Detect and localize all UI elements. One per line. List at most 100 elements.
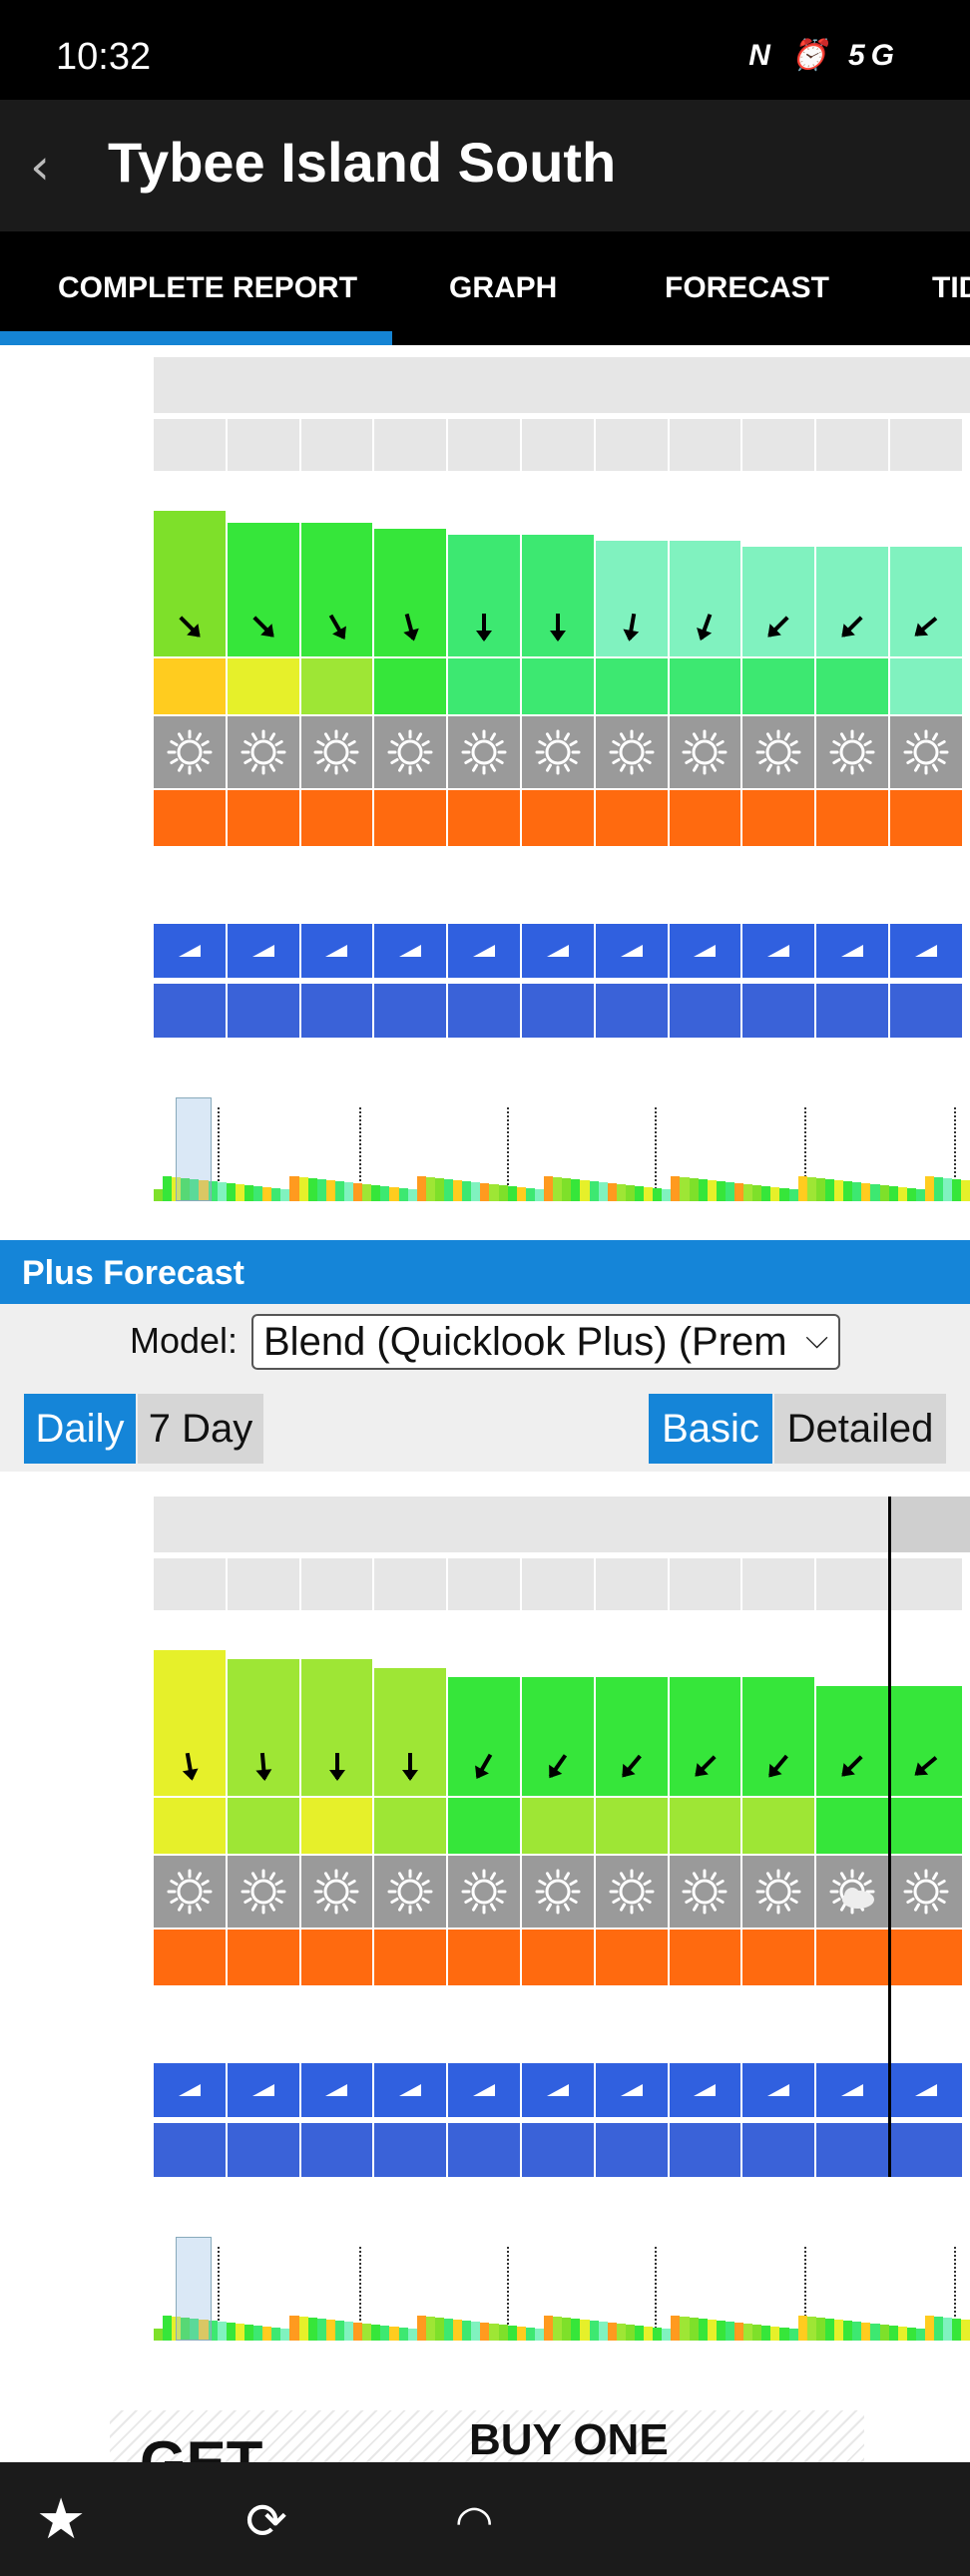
gust-cell — [890, 658, 962, 714]
timeline-bar — [471, 1182, 481, 1201]
timeline-bar — [870, 2324, 880, 2341]
wave-direction-icon — [595, 2063, 668, 2117]
basic-button[interactable]: Basic — [649, 1394, 772, 1464]
tab-forecast[interactable]: FORECAST — [665, 271, 829, 305]
gust-cell — [890, 1798, 962, 1854]
wave-direction-icon — [154, 924, 226, 978]
sun-icon — [300, 1856, 373, 1928]
timeline-bar — [824, 1179, 835, 1201]
wave-direction-icon — [448, 2063, 520, 2117]
hour-cell — [595, 1558, 670, 1610]
wind-direction-arrow-icon — [906, 1746, 946, 1786]
timeline-bar — [271, 1188, 281, 1201]
timeline-bar — [797, 2316, 807, 2341]
model-select[interactable]: Blend (Quicklook Plus) (Prem ⌵ — [251, 1314, 840, 1370]
back-arrow-icon[interactable]: ‹ — [30, 138, 50, 196]
wind-direction-arrow-icon — [538, 1746, 578, 1786]
timeline-bar — [343, 1182, 354, 1201]
timeline-bar — [924, 2316, 935, 2341]
page-title: Tybee Island South — [108, 131, 617, 194]
tab-tide[interactable]: TIDE — [932, 271, 970, 305]
tab-graph[interactable]: GRAPH — [449, 271, 557, 305]
timeline-bar — [154, 1189, 164, 1201]
star-icon[interactable]: ★ — [36, 2486, 86, 2552]
timeline-bar — [806, 1177, 816, 1201]
wave-direction-icon — [890, 924, 962, 978]
wind-direction-arrow-icon — [686, 607, 726, 646]
timeline-bar — [553, 1177, 563, 1201]
seven-day-button[interactable]: 7 Day — [138, 1394, 263, 1464]
timeline-bar — [480, 2323, 490, 2341]
timeline-bar — [262, 2327, 272, 2341]
timeline-bar — [316, 2319, 326, 2341]
gust-cell — [154, 658, 226, 714]
sun-icon — [154, 716, 226, 788]
sun-icon — [227, 1856, 299, 1928]
timeline-bar — [598, 2322, 608, 2341]
timeline-bar — [289, 1176, 299, 1201]
wave-direction-icon — [816, 2063, 888, 2117]
hour-cell — [890, 1558, 964, 1610]
timeline-bar — [298, 1177, 308, 1201]
status-time: 10:32 — [56, 36, 152, 78]
gust-cell — [227, 1798, 299, 1854]
tab-complete-report[interactable]: COMPLETE REPORT — [58, 271, 357, 305]
advertisement-banner[interactable]: GET BUY ONE KITE — [110, 2410, 864, 2470]
wind-label — [8, 495, 146, 595]
hour-cell — [595, 419, 670, 471]
forecast-timeline[interactable] — [154, 1097, 970, 1201]
next-day-shade — [891, 1497, 970, 1552]
period-label — [8, 2123, 146, 2177]
wind-label — [8, 1634, 146, 1734]
temp-cell — [448, 790, 520, 846]
gust-cell — [448, 658, 520, 714]
timeline-bar — [453, 2320, 463, 2341]
period-cell — [595, 2123, 668, 2177]
timeline-bar — [634, 2326, 645, 2341]
timeline-bar — [852, 1182, 862, 1201]
wifi-icon[interactable]: ◠ — [455, 2496, 493, 2547]
timeline-bar — [580, 2320, 590, 2341]
gust-cell — [742, 658, 815, 714]
hour-cell — [816, 1558, 890, 1610]
temp-cell — [595, 790, 668, 846]
temp-cell — [522, 1930, 594, 1985]
wind-direction-arrow-icon — [243, 607, 283, 646]
sun-icon — [669, 716, 741, 788]
timeline-bar — [416, 1176, 426, 1201]
gust-cell — [522, 658, 594, 714]
wind-direction-arrow-icon — [538, 607, 578, 646]
sun-icon — [595, 1856, 668, 1928]
wave-direction-icon — [300, 2063, 373, 2117]
timeline-bar — [734, 1183, 744, 1201]
timeline-bar — [407, 1189, 417, 1201]
model-controls: Model: Blend (Quicklook Plus) (Prem ⌵ Dai… — [0, 1304, 970, 1472]
hour-cell — [154, 419, 228, 471]
timeline-bar — [525, 2328, 535, 2341]
wave-direction-icon — [300, 924, 373, 978]
gust-cell — [816, 658, 888, 714]
timeline-bar — [761, 1186, 771, 1201]
timeline-wind-strip — [154, 2315, 970, 2341]
temp-cell — [154, 1930, 226, 1985]
timeline-bar — [752, 2325, 762, 2341]
refresh-icon[interactable]: ⟳ — [245, 2492, 287, 2550]
timeline-bar — [815, 2318, 825, 2341]
timeline-bar — [362, 2324, 372, 2341]
chevron-down-icon: ⌵ — [805, 1322, 828, 1355]
gust-cell — [374, 1798, 447, 1854]
timeline-bar — [289, 2316, 299, 2341]
timeline-bar — [934, 1177, 944, 1201]
timeline-bar — [716, 1181, 726, 1201]
timeline-bar — [616, 2324, 626, 2341]
timeline-bar — [943, 1178, 953, 1201]
timeline-bar — [888, 1186, 898, 1201]
wave-direction-icon — [595, 924, 668, 978]
wind-direction-arrow-icon — [170, 1746, 210, 1786]
daily-button[interactable]: Daily — [24, 1394, 136, 1464]
forecast-timeline[interactable] — [154, 2237, 970, 2341]
timeline-bar — [625, 2325, 635, 2341]
timeline-bar — [325, 1180, 335, 1201]
detailed-button[interactable]: Detailed — [774, 1394, 946, 1464]
wind-direction-arrow-icon — [758, 607, 798, 646]
